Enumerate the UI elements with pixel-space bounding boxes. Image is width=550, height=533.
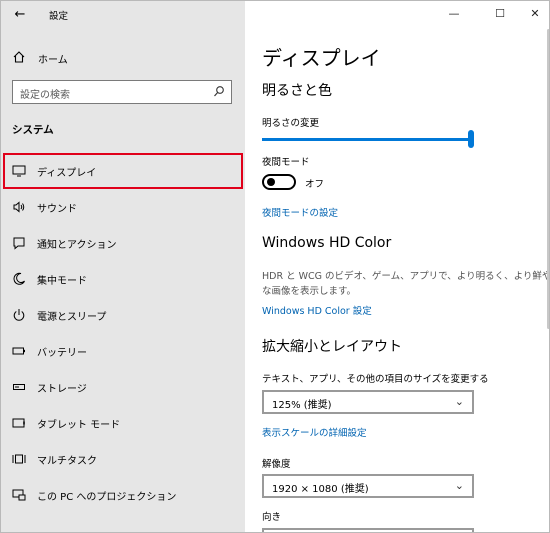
chevron-down-icon: ⌄ [454, 395, 464, 408]
night-mode-settings-link[interactable]: 夜間モードの設定 [262, 205, 338, 219]
hdr-settings-link[interactable]: Windows HD Color 設定 [262, 303, 372, 317]
minimize-button[interactable]: — [444, 5, 464, 23]
scale-label: テキスト、アプリ、その他の項目のサイズを変更する [262, 374, 489, 385]
sidebar-item-label: マルチタスク [37, 456, 97, 467]
hdr-section-title: Windows HD Color [262, 235, 392, 251]
multitask-icon [12, 454, 26, 464]
resolution-dropdown[interactable]: 1920 × 1080 (推奨) ⌄ [262, 474, 474, 498]
scale-value: 125% (推奨) [272, 400, 332, 411]
hdr-description-line2: な画像を表示します。 [262, 286, 357, 297]
brightness-slider-track[interactable] [262, 138, 471, 141]
night-mode-toggle[interactable] [262, 174, 296, 190]
night-mode-label: 夜間モード [262, 157, 310, 168]
sidebar-item-label: 電源とスリープ [37, 312, 107, 323]
page-title: ディスプレイ [262, 46, 381, 70]
sidebar-item-storage[interactable]: ストレージ [1, 369, 245, 405]
scale-section-title: 拡大縮小とレイアウト [262, 339, 402, 355]
close-button[interactable]: ✕ [525, 5, 545, 23]
chevron-down-icon: ⌄ [454, 479, 464, 492]
sidebar-item-label: 通知とアクション [37, 240, 117, 251]
app-title: 設定 [49, 11, 69, 22]
sidebar-item-label: ディスプレイ [37, 168, 97, 179]
sidebar-item-projection[interactable]: この PC へのプロジェクション [1, 477, 245, 513]
monitor-icon [12, 165, 26, 177]
orientation-dropdown[interactable] [262, 528, 474, 532]
sidebar: ← 設定 ホーム 設定の検索 システム ディスプレイ サウンド 通知とアクション… [1, 1, 245, 532]
speaker-icon [13, 201, 25, 213]
sidebar-item-label: この PC へのプロジェクション [37, 492, 177, 503]
tablet-icon [12, 418, 25, 428]
power-icon [13, 309, 25, 321]
sidebar-item-battery[interactable]: バッテリー [1, 333, 245, 369]
brightness-section-title: 明るさと色 [262, 83, 332, 99]
section-title: システム [12, 124, 54, 136]
moon-icon [13, 272, 25, 285]
advanced-scaling-link[interactable]: 表示スケールの詳細設定 [262, 425, 367, 439]
sidebar-item-label: ストレージ [37, 384, 87, 395]
hdr-description-line1: HDR と WCG のビデオ、ゲーム、アプリで、より明るく、より鮮やか [262, 271, 550, 282]
projection-icon [12, 489, 26, 501]
settings-window: ← 設定 ホーム 設定の検索 システム ディスプレイ サウンド 通知とアクション… [0, 0, 550, 533]
night-mode-state: オフ [305, 179, 325, 190]
resolution-value: 1920 × 1080 (推奨) [272, 484, 369, 495]
back-arrow-icon[interactable]: ← [11, 6, 29, 24]
sidebar-item-power[interactable]: 電源とスリープ [1, 297, 245, 333]
maximize-button[interactable]: ☐ [490, 5, 510, 23]
home-icon [13, 51, 25, 63]
home-link[interactable]: ホーム [1, 45, 245, 71]
sidebar-item-focus[interactable]: 集中モード [1, 261, 245, 297]
title-bar: ← 設定 [1, 1, 245, 29]
search-icon [214, 86, 224, 97]
home-label: ホーム [38, 55, 68, 66]
sidebar-item-label: タブレット モード [37, 420, 121, 431]
search-input[interactable]: 設定の検索 [12, 80, 232, 104]
brightness-label: 明るさの変更 [262, 118, 320, 129]
sidebar-item-display[interactable]: ディスプレイ [3, 153, 243, 189]
search-placeholder: 設定の検索 [20, 90, 70, 101]
sidebar-item-label: サウンド [37, 204, 77, 215]
storage-icon [13, 384, 25, 390]
toggle-knob [267, 178, 275, 186]
scale-dropdown[interactable]: 125% (推奨) ⌄ [262, 390, 474, 414]
orientation-label: 向き [262, 512, 282, 523]
sidebar-item-notifications[interactable]: 通知とアクション [1, 225, 245, 261]
resolution-label: 解像度 [262, 459, 291, 470]
window-controls: — ☐ ✕ [401, 1, 549, 27]
brightness-slider-thumb[interactable] [468, 130, 474, 148]
sidebar-item-label: 集中モード [37, 276, 87, 287]
sidebar-item-label: バッテリー [37, 348, 87, 359]
sidebar-item-multitask[interactable]: マルチタスク [1, 441, 245, 477]
sidebar-item-tablet[interactable]: タブレット モード [1, 405, 245, 441]
notification-icon [13, 237, 25, 250]
battery-icon [12, 347, 25, 355]
sidebar-item-sound[interactable]: サウンド [1, 189, 245, 225]
main-content: — ☐ ✕ ディスプレイ 明るさと色 明るさの変更 夜間モード オフ 夜間モード… [245, 1, 550, 532]
